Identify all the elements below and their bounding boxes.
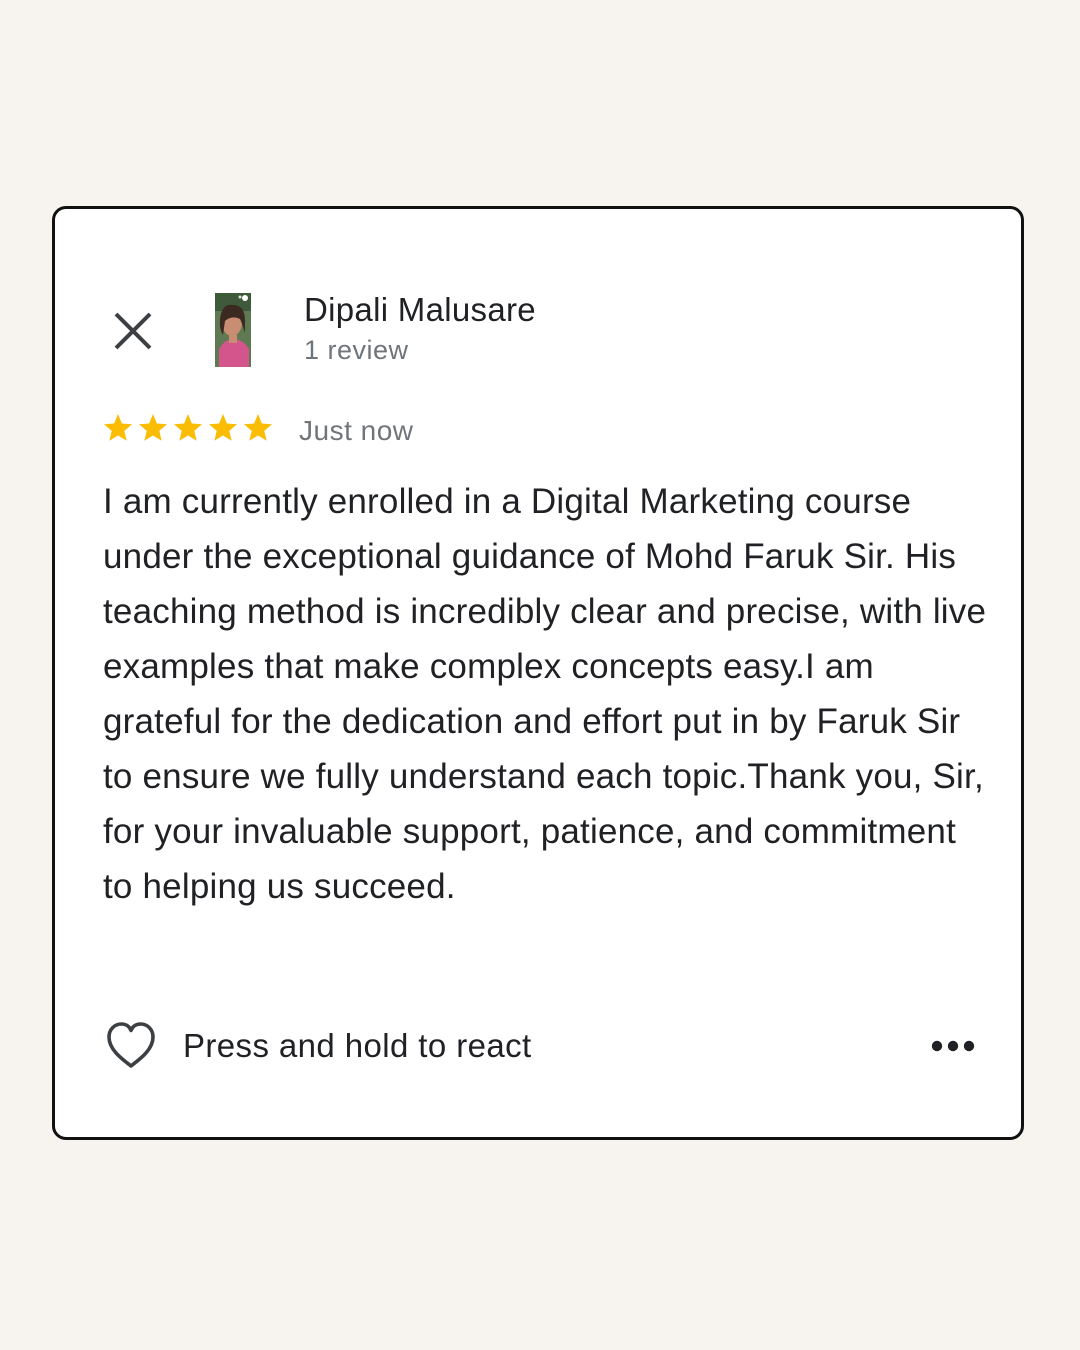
review-card: Dipali Malusare 1 review Just now I am c… (52, 206, 1024, 1140)
review-text: I am currently enrolled in a Digital Mar… (103, 482, 987, 906)
star-icon (209, 414, 237, 441)
react-row: Press and hold to react (105, 1021, 975, 1073)
star-icon (174, 414, 202, 441)
avatar[interactable] (215, 293, 251, 367)
star-icon (104, 414, 132, 441)
more-horizontal-icon (931, 1040, 975, 1052)
react-label: Press and hold to react (183, 1027, 532, 1064)
star-rating (102, 412, 274, 444)
review-count: 1 review (304, 335, 409, 365)
star-icon (244, 414, 272, 441)
review-timestamp: Just now (299, 415, 414, 446)
profile-photo (215, 293, 251, 367)
close-icon (114, 312, 152, 350)
react-button[interactable] (105, 1021, 157, 1071)
author-name[interactable]: Dipali Malusare (304, 291, 536, 329)
heart-outline-icon (107, 1022, 155, 1068)
star-icon (139, 414, 167, 441)
more-options-button[interactable] (931, 1033, 975, 1059)
close-button[interactable] (111, 309, 155, 353)
